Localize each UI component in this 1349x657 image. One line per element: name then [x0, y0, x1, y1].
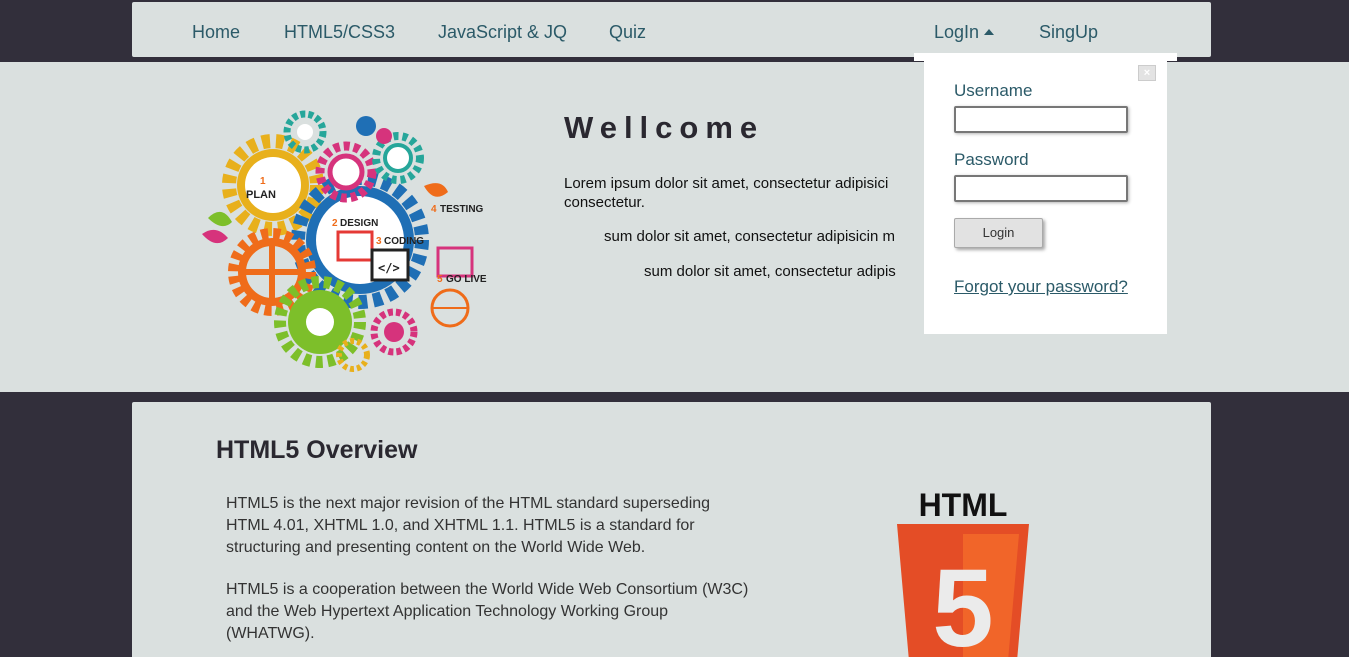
welcome-title: Wellcome [564, 110, 765, 145]
gear-icon [283, 110, 327, 154]
testing-label: TESTING [440, 204, 484, 215]
section-title: HTML5 Overview [216, 436, 418, 464]
step-number: 4 [431, 204, 437, 215]
gear-icon [274, 276, 366, 368]
gear-icon [370, 308, 418, 356]
design-label: DESIGN [340, 218, 378, 229]
testing-screen-icon [436, 246, 474, 278]
username-input[interactable] [954, 106, 1128, 133]
coding-label: CODING [384, 236, 424, 247]
close-icon[interactable]: × [1138, 65, 1156, 81]
login-dropdown-panel: × Username Password Login Forgot your pa… [914, 53, 1177, 334]
nav-javascript-jq-link[interactable]: JavaScript & JQ [438, 22, 567, 43]
plan-label: PLAN [246, 189, 276, 201]
username-label: Username [954, 81, 1033, 100]
password-label: Password [954, 150, 1029, 169]
development-gears-illustration: </> 1 PLAN 2 DESIGN 3 CODING 4 TESTING 5… [202, 110, 487, 372]
dot-icon [376, 128, 392, 144]
leaf-icon [424, 183, 448, 197]
html5-logo: HTML 5 [897, 487, 1029, 657]
gear-icon [222, 134, 324, 236]
golive-label: GO LIVE [446, 274, 487, 285]
caret-up-icon [984, 29, 995, 35]
nav-quiz-link[interactable]: Quiz [609, 22, 646, 43]
nav-login-toggle[interactable]: LogIn [934, 22, 995, 43]
html5-number: 5 [932, 547, 993, 657]
step-number: 3 [376, 236, 382, 247]
step-number: 1 [260, 176, 266, 187]
leaf-icon [208, 211, 232, 227]
gear-icon [315, 141, 377, 203]
step-number: 2 [332, 218, 338, 229]
hero-paragraph-1: Lorem ipsum dolor sit amet, consectetur … [564, 174, 924, 212]
password-input[interactable] [954, 175, 1128, 202]
nav-login-label: LogIn [934, 22, 980, 42]
nav-home-link[interactable]: Home [192, 22, 240, 43]
hero-paragraph-1-line: Lorem ipsum dolor sit amet, consectetur … [564, 175, 889, 192]
leaf-icon [202, 229, 228, 244]
nav-signup-link[interactable]: SingUp [1039, 22, 1098, 43]
svg-text:</>: </> [378, 261, 400, 275]
login-button[interactable]: Login [954, 218, 1043, 248]
html5-logo-text: HTML [919, 487, 1008, 523]
step-number: 5 [437, 274, 443, 285]
top-navbar: Home HTML5/CSS3 JavaScript & JQ Quiz Log… [132, 2, 1211, 57]
hero-paragraph-1-line: consectetur. [564, 194, 645, 211]
forgot-password-link[interactable]: Forgot your password? [954, 277, 1128, 297]
overview-paragraph-1: HTML5 is the next major revision of the … [226, 495, 711, 556]
html5-overview-section: HTML5 Overview HTML5 is the next major r… [132, 402, 1211, 657]
hero-paragraph-3: sum dolor sit amet, consectetur adipis [644, 263, 896, 280]
hero-paragraph-2: sum dolor sit amet, consectetur adipisic… [604, 228, 895, 245]
overview-paragraph-2: HTML5 is a cooperation between the World… [226, 581, 749, 642]
nav-html5-css3-link[interactable]: HTML5/CSS3 [284, 22, 395, 43]
dot-icon [356, 116, 376, 136]
